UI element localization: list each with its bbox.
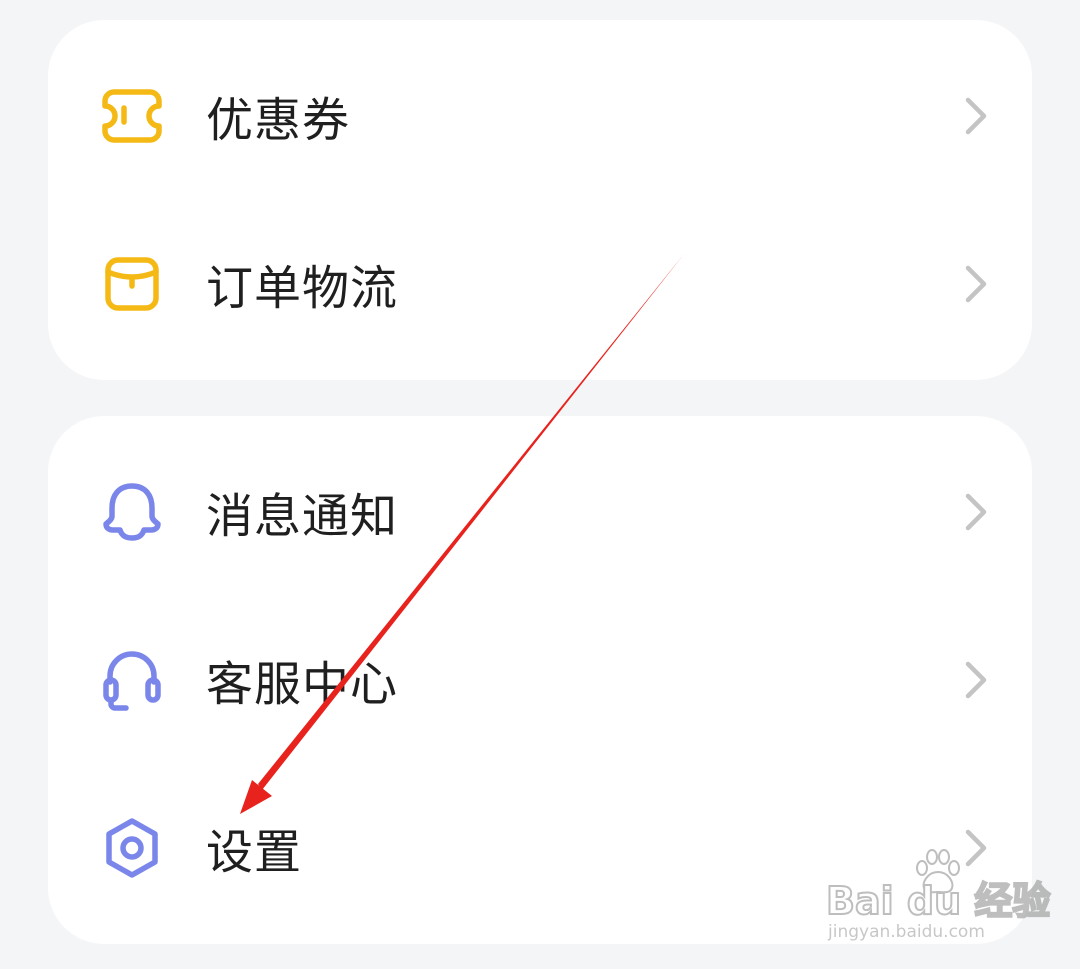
menu-item-label: 设置 bbox=[206, 825, 302, 881]
menu-item-label: 客服中心 bbox=[206, 657, 398, 713]
menu-item-label: 订单物流 bbox=[206, 261, 398, 317]
settings-hexagon-icon bbox=[100, 816, 164, 880]
menu-item-customer-service[interactable]: 客服中心 bbox=[48, 596, 1032, 764]
menu-item-orders-logistics[interactable]: 订单物流 bbox=[48, 200, 1032, 368]
menu-item-label: 优惠券 bbox=[206, 93, 350, 149]
chevron-right-icon bbox=[956, 262, 992, 306]
menu-item-label: 消息通知 bbox=[206, 489, 398, 545]
chevron-right-icon bbox=[956, 826, 992, 870]
bell-icon bbox=[100, 480, 164, 544]
chevron-right-icon bbox=[956, 490, 992, 534]
package-icon bbox=[100, 252, 164, 316]
menu-item-coupons[interactable]: 优惠券 bbox=[48, 32, 1032, 200]
coupon-icon bbox=[100, 84, 164, 148]
chevron-right-icon bbox=[956, 658, 992, 702]
menu-item-notifications[interactable]: 消息通知 bbox=[48, 428, 1032, 596]
menu-item-settings[interactable]: 设置 bbox=[48, 764, 1032, 932]
menu-card-1: 优惠券 订单物流 bbox=[48, 20, 1032, 380]
headset-icon bbox=[100, 648, 164, 712]
chevron-right-icon bbox=[956, 94, 992, 138]
menu-card-2: 消息通知 客服中心 设置 bbox=[48, 416, 1032, 944]
